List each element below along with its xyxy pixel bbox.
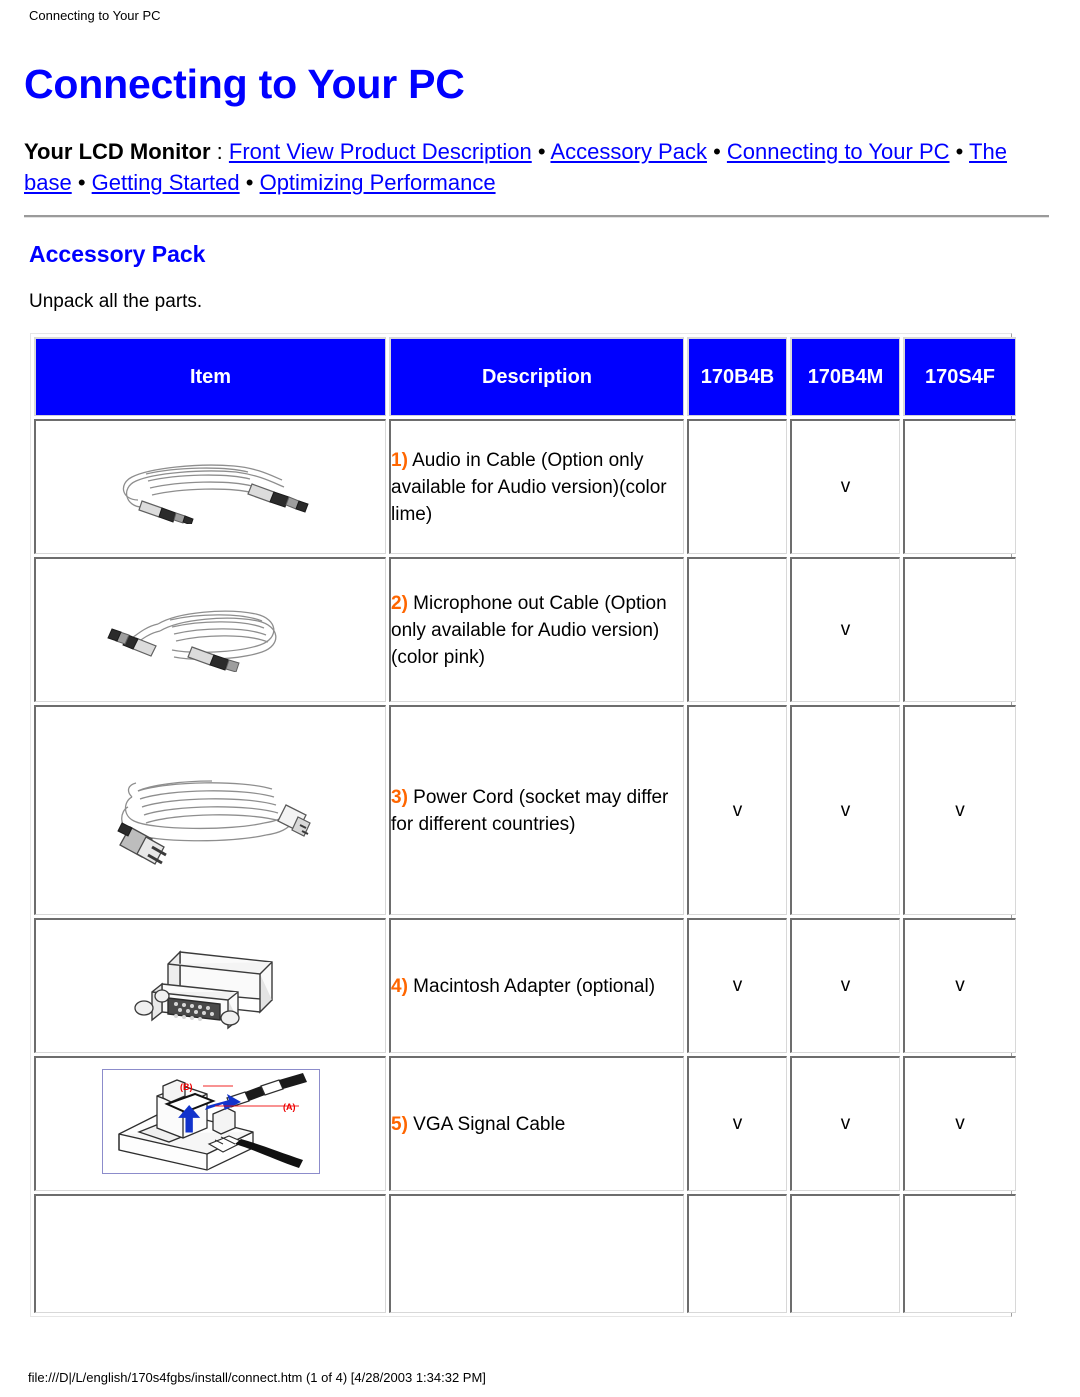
nav-separator: • xyxy=(71,170,92,195)
macintosh-adapter-icon xyxy=(36,938,385,1034)
nav-link-accessory-pack[interactable]: Accessory Pack xyxy=(550,139,707,164)
availability-170s4f-6 xyxy=(903,1194,1016,1313)
column-header-170b4b: 170B4B xyxy=(687,337,787,416)
item-description-cell-3: 3) Power Cord (socket may differ for dif… xyxy=(389,705,684,915)
item-number-5: 5) xyxy=(391,1113,408,1135)
availability-170b4m-5: v xyxy=(790,1056,900,1191)
availability-170b4m-2: v xyxy=(790,557,900,702)
breadcrumb-nav: Your LCD Monitor : Front View Product De… xyxy=(24,136,1036,198)
nav-separator: • xyxy=(239,170,260,195)
item-number-2: 2) xyxy=(391,592,408,614)
vga-signal-cable-icon: (B) (A) xyxy=(101,1069,320,1174)
availability-170b4b-6 xyxy=(687,1194,787,1313)
audio-cable-icon xyxy=(36,450,385,524)
page-title: Connecting to Your PC xyxy=(24,61,465,107)
column-header-item: Item xyxy=(34,337,386,416)
item-image-cell-2 xyxy=(34,557,386,702)
availability-170s4f-4: v xyxy=(903,918,1016,1053)
item-image-cell-4 xyxy=(34,918,386,1053)
power-cord-icon xyxy=(36,751,385,871)
item-description-cell-2: 2) Microphone out Cable (Option only ava… xyxy=(389,557,684,702)
item-description-cell-1: 1) Audio in Cable (Option only available… xyxy=(389,419,684,554)
item-number-1: 1) xyxy=(391,449,408,471)
item-description-text-1: Audio in Cable (Option only available fo… xyxy=(391,449,667,525)
item-description-text-5: VGA Signal Cable xyxy=(407,1113,566,1135)
table-row: 3) Power Cord (socket may differ for dif… xyxy=(34,705,1016,915)
nav-colon: : xyxy=(210,139,229,164)
nav-separator: • xyxy=(706,139,727,164)
nav-link-getting-started[interactable]: Getting Started xyxy=(92,170,240,195)
table-row: (B) (A) 5) VGA Signal Cable v v v xyxy=(34,1056,1016,1191)
availability-170b4b-1 xyxy=(687,419,787,554)
accessory-table-container: Item Description 170B4B 170B4M 170S4F 1)… xyxy=(30,333,1016,1317)
running-head: Connecting to Your PC xyxy=(29,8,161,23)
availability-170s4f-5: v xyxy=(903,1056,1016,1191)
item-description-cell-4: 4) Macintosh Adapter (optional) xyxy=(389,918,684,1053)
item-description-text-4: Macintosh Adapter (optional) xyxy=(407,975,656,997)
availability-170b4b-2 xyxy=(687,557,787,702)
availability-170b4b-3: v xyxy=(687,705,787,915)
table-row: 4) Macintosh Adapter (optional) v v v xyxy=(34,918,1016,1053)
availability-170b4m-4: v xyxy=(790,918,900,1053)
table-row: 1) Audio in Cable (Option only available… xyxy=(34,419,1016,554)
item-description-cell-5: 5) VGA Signal Cable xyxy=(389,1056,684,1191)
column-header-170s4f: 170S4F xyxy=(903,337,1016,416)
nav-lead-label: Your LCD Monitor xyxy=(24,139,211,164)
item-number-3: 3) xyxy=(391,786,408,808)
nav-separator: • xyxy=(531,139,551,164)
column-header-description: Description xyxy=(389,337,684,416)
column-header-170b4m: 170B4M xyxy=(790,337,900,416)
item-number-4: 4) xyxy=(391,975,408,997)
nav-link-connecting-to-your-pc[interactable]: Connecting to Your PC xyxy=(727,139,950,164)
horizontal-divider xyxy=(24,215,1049,218)
nav-link-front-view-product-description[interactable]: Front View Product Description xyxy=(229,139,532,164)
table-header-row: Item Description 170B4B 170B4M 170S4F xyxy=(34,337,1016,416)
availability-170b4m-6 xyxy=(790,1194,900,1313)
section-title-accessory-pack: Accessory Pack xyxy=(29,241,206,267)
table-row: 2) Microphone out Cable (Option only ava… xyxy=(34,557,1016,702)
item-image-cell-3 xyxy=(34,705,386,915)
vga-callout-b: (B) xyxy=(180,1082,193,1092)
availability-170b4m-1: v xyxy=(790,419,900,554)
item-image-cell-5: (B) (A) xyxy=(34,1056,386,1191)
item-description-text-3: Power Cord (socket may differ for differ… xyxy=(391,786,669,835)
availability-170s4f-1 xyxy=(903,419,1016,554)
page-content: Connecting to Your PC Your LCD Monitor :… xyxy=(24,60,1050,1317)
microphone-cable-icon xyxy=(36,588,385,672)
accessory-table: Item Description 170B4B 170B4M 170S4F 1)… xyxy=(31,334,1019,1316)
availability-170s4f-2 xyxy=(903,557,1016,702)
table-row-partial xyxy=(34,1194,1016,1313)
availability-170b4b-4: v xyxy=(687,918,787,1053)
item-image-cell-6 xyxy=(34,1194,386,1313)
availability-170s4f-3: v xyxy=(903,705,1016,915)
nav-link-optimizing-performance[interactable]: Optimizing Performance xyxy=(260,170,496,195)
item-image-cell-1 xyxy=(34,419,386,554)
availability-170b4m-3: v xyxy=(790,705,900,915)
section-intro-text: Unpack all the parts. xyxy=(29,291,203,312)
item-description-cell-6 xyxy=(389,1194,684,1313)
availability-170b4b-5: v xyxy=(687,1056,787,1191)
footer-file-path: file:///D|/L/english/170s4fgbs/install/c… xyxy=(28,1370,486,1385)
vga-callout-a: (A) xyxy=(283,1102,296,1112)
nav-separator: • xyxy=(949,139,970,164)
item-description-text-2: Microphone out Cable (Option only availa… xyxy=(391,592,667,668)
